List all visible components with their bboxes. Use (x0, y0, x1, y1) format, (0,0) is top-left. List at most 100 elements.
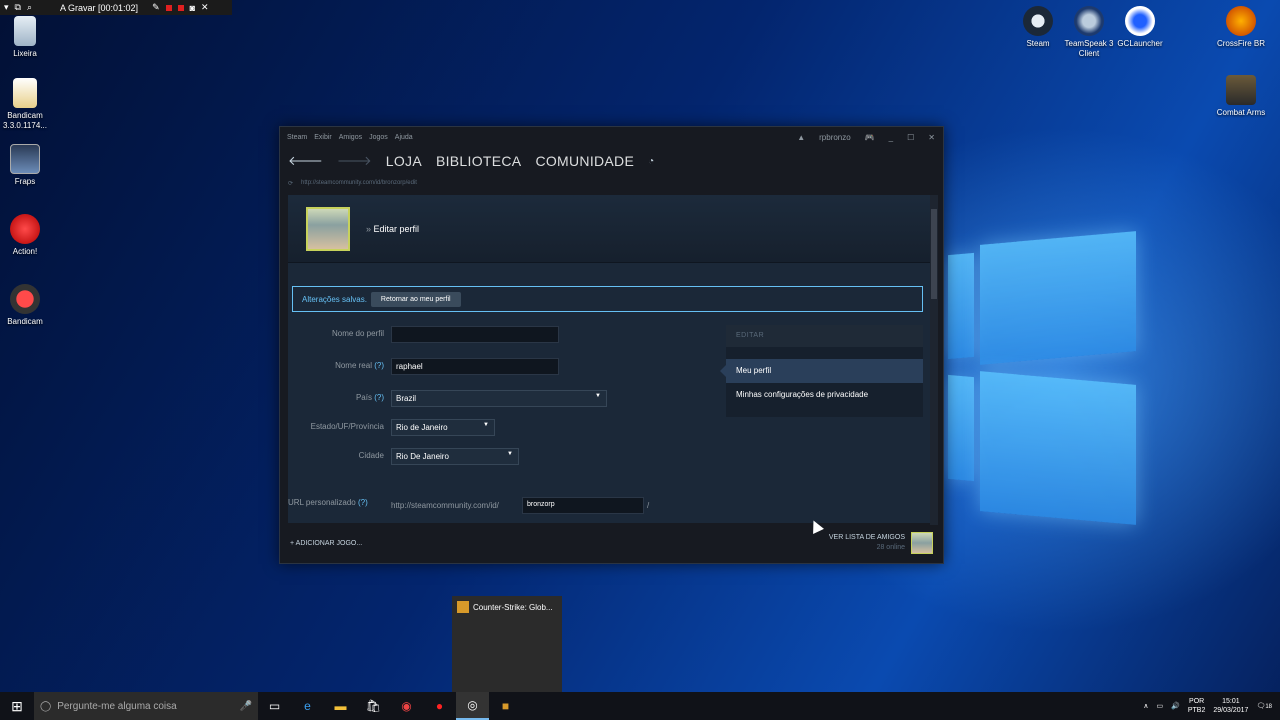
side-item-my-profile[interactable]: Meu perfil (720, 359, 923, 383)
state-label: Estado/UF/Província (310, 422, 384, 431)
help-icon[interactable]: (?) (358, 498, 368, 507)
taskbar-preview[interactable]: Counter-Strike: Glob... (452, 596, 562, 692)
chevron-down-icon: ▼ (483, 422, 489, 428)
scrollbar-thumb[interactable] (931, 209, 937, 299)
desktop-icon-gclauncher[interactable]: GCLauncher (1110, 6, 1170, 49)
window-icon[interactable]: ⧉ (15, 2, 21, 13)
chevron-down-icon: ▼ (507, 451, 513, 457)
scrollbar[interactable] (930, 195, 938, 525)
microphone-icon[interactable]: 🎤 (240, 701, 258, 712)
saved-message: Alterações salvas. (302, 294, 367, 304)
saved-notice: Alterações salvas. Retornar ao meu perfi… (292, 286, 923, 312)
city-select[interactable]: Rio De Janeiro ▼ (391, 448, 519, 465)
recycle-bin-icon (14, 16, 36, 46)
pencil-icon[interactable]: ✎ (152, 2, 160, 13)
edit-side-panel: EDITAR Meu perfil Minhas configurações d… (720, 325, 923, 417)
return-to-profile-button[interactable]: Retornar ao meu perfil (370, 291, 461, 307)
action-icon (10, 214, 40, 244)
network-icon[interactable]: ▭ (1157, 702, 1164, 710)
notification-icon[interactable]: ▲ (797, 133, 805, 142)
camera-icon[interactable]: ◙ (190, 3, 195, 13)
file-explorer-icon[interactable]: ▬ (324, 692, 357, 720)
combat-arms-icon (1226, 75, 1256, 105)
state-select[interactable]: Rio de Janeiro ▼ (391, 419, 495, 436)
desktop-icon-bandicam[interactable]: Bandicam (0, 284, 55, 327)
nav-loja[interactable]: LOJA (386, 153, 422, 169)
nav-biblioteca[interactable]: BIBLIOTECA (436, 153, 521, 169)
taskbar: ⊞ ◯ Pergunte-me alguma coisa 🎤 ▭ e ▬ 🛍 ◉… (0, 692, 1280, 720)
bandicam-installer-icon (13, 78, 37, 108)
custom-url-suffix: / (647, 501, 650, 510)
minimize-button[interactable]: _ (889, 133, 893, 142)
gclauncher-icon (1125, 6, 1155, 36)
side-item-privacy-settings[interactable]: Minhas configurações de privacidade (726, 383, 923, 407)
desktop-icon-crossfire[interactable]: CrossFire BR (1211, 6, 1271, 49)
custom-url-label: URL personalizado (?) (288, 498, 368, 507)
custom-url-field[interactable]: bronzorp (522, 497, 644, 514)
store-icon[interactable]: 🛍 (357, 692, 390, 720)
country-select[interactable]: Brazil ▼ (391, 390, 607, 407)
profile-edit-page: » Editar perfil Alterações salvas. Retor… (288, 195, 938, 523)
avatar[interactable] (306, 206, 350, 251)
desktop-icon-combat-arms[interactable]: Combat Arms (1211, 75, 1271, 118)
language-indicator[interactable]: POR PTB2 (1188, 697, 1206, 715)
menu-exibir[interactable]: Exibir (314, 134, 332, 141)
bandicam-taskbar-icon[interactable]: ● (423, 692, 456, 720)
csgo-taskbar-icon[interactable]: ■ (489, 692, 522, 720)
real-name-field[interactable]: raphael (391, 358, 559, 375)
nav-comunidade[interactable]: COMUNIDADE (535, 153, 634, 169)
chevron-down-icon: ▼ (595, 393, 601, 399)
clock[interactable]: 15:01 29/03/2017 (1213, 697, 1248, 715)
notification-center-icon[interactable]: 🗨18 (1256, 702, 1272, 710)
menu-steam[interactable]: Steam (287, 134, 307, 141)
task-view-icon[interactable]: ▭ (258, 692, 291, 720)
desktop-icon-fraps[interactable]: Fraps (0, 144, 55, 187)
stop-icon[interactable] (177, 4, 184, 11)
search-box[interactable]: ◯ Pergunte-me alguma coisa 🎤 (34, 692, 258, 720)
url-text: http://steamcommunity.com/id/bronzorp/ed… (301, 180, 417, 186)
csgo-icon (457, 601, 469, 613)
search-icon[interactable]: ⌕ (27, 2, 32, 13)
volume-icon[interactable]: 🔊 (1171, 702, 1180, 710)
friends-list-button[interactable]: VER LISTA DE AMIGOS 28 online (829, 533, 905, 553)
edge-icon[interactable]: e (291, 692, 324, 720)
add-game-button[interactable]: + ADICIONAR JOGO... (290, 540, 362, 547)
chrome-icon[interactable]: ◉ (390, 692, 423, 720)
teamspeak-icon (1074, 6, 1104, 36)
back-arrow-icon[interactable]: 🡐 (288, 153, 323, 169)
pause-icon[interactable] (165, 4, 172, 11)
menu-ajuda[interactable]: Ajuda (395, 134, 413, 141)
country-label: País (?) (355, 393, 384, 402)
avatar[interactable] (911, 532, 933, 554)
username[interactable]: rpbronzo (819, 133, 851, 142)
real-name-label: Nome real (?) (335, 361, 384, 370)
help-icon[interactable]: (?) (374, 393, 384, 402)
help-icon[interactable]: (?) (374, 361, 384, 370)
windows-start-icon[interactable]: ⊞ (0, 698, 34, 715)
menu-icon[interactable]: ▾ (4, 2, 9, 13)
url-bar: ⟳ http://steamcommunity.com/id/bronzorp/… (280, 175, 943, 191)
steam-bottombar: + ADICIONAR JOGO... VER LISTA DE AMIGOS … (280, 523, 943, 563)
profile-name-label: Nome do perfil (331, 329, 384, 338)
custom-url-prefix: http://steamcommunity.com/id/ (391, 501, 499, 510)
preview-title: Counter-Strike: Glob... (473, 602, 553, 612)
menu-jogos[interactable]: Jogos (369, 134, 388, 141)
recorder-title: A Gravar [00:01:02] (60, 2, 139, 13)
chevron-up-icon[interactable]: ∧ (1143, 702, 1148, 710)
refresh-icon[interactable]: ⟳ (288, 180, 293, 187)
menu-amigos[interactable]: Amigos (339, 134, 362, 141)
close-button[interactable]: ✕ (928, 133, 935, 142)
profile-name-field[interactable] (391, 326, 559, 343)
friends-list-label: VER LISTA DE AMIGOS (828, 534, 905, 541)
desktop-icon-recycle-bin[interactable]: Lixeira (0, 16, 55, 59)
desktop-icon-bandicam-installer[interactable]: Bandicam 3.3.0.1174... (0, 78, 55, 131)
steam-taskbar-icon[interactable]: ◎ (456, 692, 489, 720)
loading-icon: ◔ (648, 155, 655, 167)
close-icon[interactable]: ✕ (201, 2, 209, 13)
windows-logo-wallpaper (948, 228, 1140, 528)
big-picture-icon[interactable]: 🎮 (865, 133, 875, 142)
desktop-icon-action[interactable]: Action! (0, 214, 55, 257)
maximize-button[interactable]: ☐ (907, 133, 914, 142)
crossfire-icon (1226, 6, 1256, 36)
forward-arrow-icon[interactable]: 🡒 (337, 153, 372, 169)
